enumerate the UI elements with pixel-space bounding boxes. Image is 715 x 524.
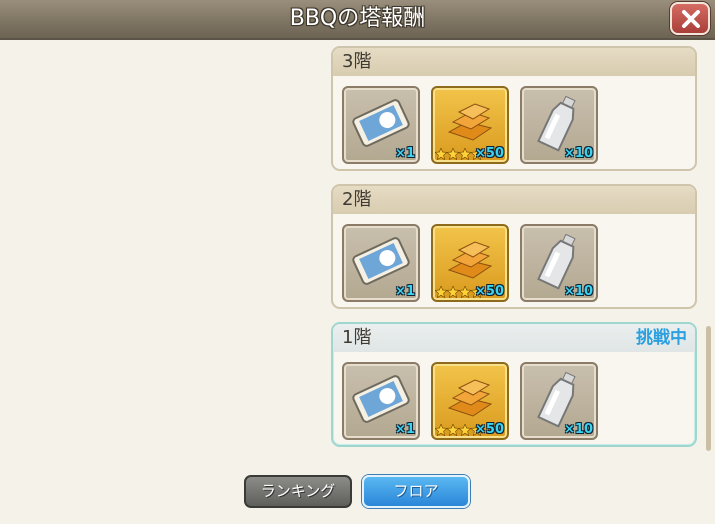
ticket-icon [352,237,410,285]
reward-item-ticket[interactable]: ×1 [342,224,420,302]
tier-header: 2階 [333,186,695,214]
tier-card-1: 1階 挑戦中 ×1 ×50 ×10 [331,322,697,447]
reward-quantity: ×10 [564,284,593,299]
ranking-button[interactable]: ランキング [244,475,352,508]
reward-item-bottle[interactable]: ×10 [520,86,598,164]
close-icon [682,10,700,28]
reward-quantity: ×1 [395,422,415,437]
reward-quantity: ×50 [475,422,504,437]
bottle-icon [537,371,576,428]
floor-button[interactable]: フロア [362,475,470,508]
tier-card-3: 3階 ×1 ×50 ×10 [331,46,697,171]
gold-bars-icon [447,241,493,279]
reward-quantity: ×50 [475,146,504,161]
reward-item-bottle[interactable]: ×10 [520,362,598,440]
reward-quantity: ×10 [564,146,593,161]
tier-header: 1階 挑戦中 [333,324,695,352]
ticket-icon [352,99,410,147]
window-title: BBQの塔報酬 [289,6,426,31]
reward-quantity: ×10 [564,422,593,437]
reward-quantity: ×1 [395,146,415,161]
reward-item-ticket[interactable]: ×1 [342,362,420,440]
reward-quantity: ×1 [395,284,415,299]
reward-item-gold[interactable]: ×50 [431,86,509,164]
reward-item-gold[interactable]: ×50 [431,224,509,302]
gold-bars-icon [447,379,493,417]
bottle-icon [537,95,576,152]
reward-item-bottle[interactable]: ×10 [520,224,598,302]
tier-floor-label: 3階 [342,51,372,72]
tier-header: 3階 [333,48,695,76]
tier-floor-label: 2階 [342,189,372,210]
challenge-status-label: 挑戦中 [636,328,687,348]
tier-floor-label: 1階 [342,327,372,348]
scrollbar[interactable] [706,326,711,451]
ticket-icon [352,375,410,423]
close-button[interactable] [670,2,710,35]
reward-item-gold[interactable]: ×50 [431,362,509,440]
reward-quantity: ×50 [475,284,504,299]
bottle-icon [537,233,576,290]
reward-item-ticket[interactable]: ×1 [342,86,420,164]
gold-bars-icon [447,103,493,141]
tier-card-2: 2階 ×1 ×50 ×10 [331,184,697,309]
